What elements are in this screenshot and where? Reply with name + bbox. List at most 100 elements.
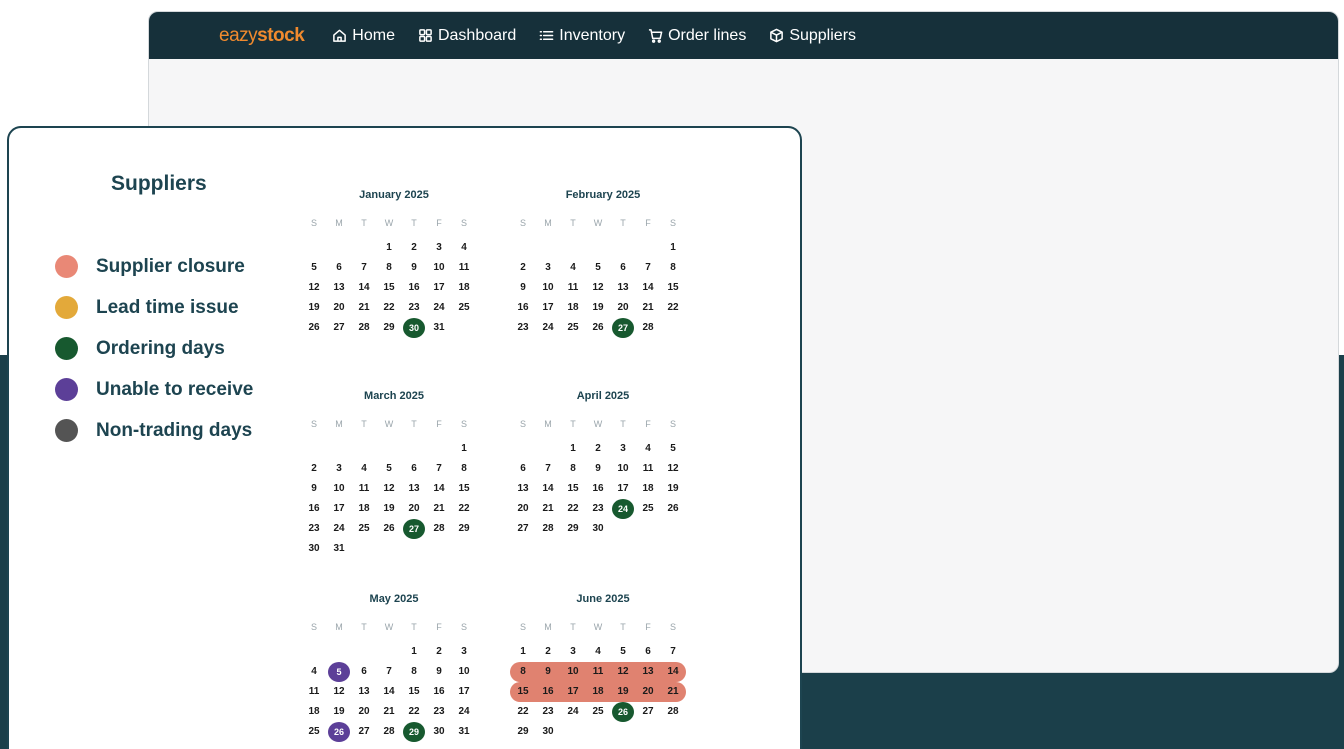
calendar-day[interactable]: 18 bbox=[453, 278, 475, 298]
nav-suppliers[interactable]: Suppliers bbox=[769, 27, 856, 45]
nav-order-lines[interactable]: Order lines bbox=[648, 27, 746, 45]
calendar-day[interactable]: 5 bbox=[378, 459, 400, 479]
calendar-day[interactable]: 12 bbox=[303, 278, 325, 298]
calendar-day[interactable]: 28 bbox=[428, 519, 450, 539]
calendar-day[interactable]: 31 bbox=[328, 539, 350, 559]
calendar-day[interactable]: 30 bbox=[303, 539, 325, 559]
calendar-day[interactable]: 18 bbox=[562, 298, 584, 318]
calendar-day[interactable]: 9 bbox=[512, 278, 534, 298]
calendar-day[interactable]: 8 bbox=[378, 258, 400, 278]
ordering-day[interactable]: 24 bbox=[612, 499, 634, 519]
ordering-day[interactable]: 26 bbox=[612, 702, 634, 722]
calendar-day[interactable]: 16 bbox=[512, 298, 534, 318]
calendar-day[interactable]: 4 bbox=[562, 258, 584, 278]
calendar-day[interactable]: 15 bbox=[512, 682, 534, 702]
calendar-day[interactable]: 14 bbox=[537, 479, 559, 499]
calendar-day[interactable]: 11 bbox=[453, 258, 475, 278]
calendar-day[interactable]: 21 bbox=[428, 499, 450, 519]
calendar-day[interactable]: 13 bbox=[328, 278, 350, 298]
calendar-day[interactable]: 17 bbox=[537, 298, 559, 318]
calendar-day[interactable]: 4 bbox=[587, 642, 609, 662]
calendar-day[interactable]: 1 bbox=[662, 238, 684, 258]
calendar-day[interactable]: 22 bbox=[662, 298, 684, 318]
calendar-day[interactable]: 24 bbox=[453, 702, 475, 722]
calendar-day[interactable]: 19 bbox=[378, 499, 400, 519]
calendar-day[interactable]: 4 bbox=[453, 238, 475, 258]
unable-to-receive-day[interactable]: 26 bbox=[328, 722, 350, 742]
nav-home[interactable]: Home bbox=[332, 27, 395, 45]
calendar-day[interactable]: 16 bbox=[428, 682, 450, 702]
calendar-day[interactable]: 15 bbox=[378, 278, 400, 298]
calendar-day[interactable]: 4 bbox=[637, 439, 659, 459]
calendar-day[interactable]: 24 bbox=[328, 519, 350, 539]
calendar-day[interactable]: 8 bbox=[662, 258, 684, 278]
calendar-day[interactable]: 14 bbox=[428, 479, 450, 499]
calendar-day[interactable]: 21 bbox=[378, 702, 400, 722]
calendar-day[interactable]: 17 bbox=[453, 682, 475, 702]
calendar-day[interactable]: 2 bbox=[587, 439, 609, 459]
calendar-day[interactable]: 25 bbox=[453, 298, 475, 318]
calendar-day[interactable]: 4 bbox=[353, 459, 375, 479]
calendar-day[interactable]: 17 bbox=[328, 499, 350, 519]
calendar-day[interactable]: 10 bbox=[328, 479, 350, 499]
calendar-day[interactable]: 29 bbox=[378, 318, 400, 338]
calendar-day[interactable]: 22 bbox=[453, 499, 475, 519]
calendar-day[interactable]: 7 bbox=[353, 258, 375, 278]
ordering-day[interactable]: 27 bbox=[612, 318, 634, 338]
calendar-day[interactable]: 6 bbox=[512, 459, 534, 479]
calendar-day[interactable]: 17 bbox=[562, 682, 584, 702]
calendar-day[interactable]: 28 bbox=[353, 318, 375, 338]
calendar-day[interactable]: 20 bbox=[637, 682, 659, 702]
calendar-day[interactable]: 19 bbox=[662, 479, 684, 499]
calendar-day[interactable]: 12 bbox=[612, 662, 634, 682]
calendar-day[interactable]: 24 bbox=[537, 318, 559, 338]
calendar-day[interactable]: 18 bbox=[303, 702, 325, 722]
calendar-day[interactable]: 7 bbox=[378, 662, 400, 682]
calendar-day[interactable]: 10 bbox=[612, 459, 634, 479]
calendar-day[interactable]: 23 bbox=[303, 519, 325, 539]
calendar-day[interactable]: 27 bbox=[328, 318, 350, 338]
calendar-day[interactable]: 13 bbox=[512, 479, 534, 499]
calendar-day[interactable]: 30 bbox=[428, 722, 450, 742]
calendar-day[interactable]: 3 bbox=[537, 258, 559, 278]
calendar-day[interactable]: 18 bbox=[587, 682, 609, 702]
calendar-day[interactable]: 9 bbox=[403, 258, 425, 278]
calendar-day[interactable]: 2 bbox=[403, 238, 425, 258]
calendar-day[interactable]: 20 bbox=[512, 499, 534, 519]
calendar-day[interactable]: 28 bbox=[537, 519, 559, 539]
calendar-day[interactable]: 6 bbox=[328, 258, 350, 278]
calendar-day[interactable]: 15 bbox=[562, 479, 584, 499]
calendar-day[interactable]: 27 bbox=[353, 722, 375, 742]
calendar-day[interactable]: 9 bbox=[303, 479, 325, 499]
calendar-day[interactable]: 19 bbox=[612, 682, 634, 702]
calendar-day[interactable]: 10 bbox=[562, 662, 584, 682]
calendar-day[interactable]: 15 bbox=[662, 278, 684, 298]
calendar-day[interactable]: 11 bbox=[587, 662, 609, 682]
calendar-day[interactable]: 19 bbox=[303, 298, 325, 318]
calendar-day[interactable]: 1 bbox=[403, 642, 425, 662]
calendar-day[interactable]: 27 bbox=[637, 702, 659, 722]
calendar-day[interactable]: 9 bbox=[587, 459, 609, 479]
calendar-day[interactable]: 1 bbox=[378, 238, 400, 258]
calendar-day[interactable]: 13 bbox=[403, 479, 425, 499]
calendar-day[interactable]: 2 bbox=[303, 459, 325, 479]
calendar-day[interactable]: 15 bbox=[403, 682, 425, 702]
calendar-day[interactable]: 30 bbox=[587, 519, 609, 539]
calendar-day[interactable]: 25 bbox=[637, 499, 659, 519]
calendar-day[interactable]: 2 bbox=[512, 258, 534, 278]
calendar-day[interactable]: 31 bbox=[453, 722, 475, 742]
calendar-day[interactable]: 31 bbox=[428, 318, 450, 338]
calendar-day[interactable]: 20 bbox=[403, 499, 425, 519]
calendar-day[interactable]: 3 bbox=[562, 642, 584, 662]
calendar-day[interactable]: 29 bbox=[562, 519, 584, 539]
calendar-day[interactable]: 19 bbox=[328, 702, 350, 722]
calendar-day[interactable]: 29 bbox=[512, 722, 534, 742]
calendar-day[interactable]: 21 bbox=[537, 499, 559, 519]
calendar-day[interactable]: 21 bbox=[637, 298, 659, 318]
calendar-day[interactable]: 24 bbox=[562, 702, 584, 722]
calendar-day[interactable]: 16 bbox=[403, 278, 425, 298]
calendar-day[interactable]: 6 bbox=[353, 662, 375, 682]
calendar-day[interactable]: 8 bbox=[512, 662, 534, 682]
calendar-day[interactable]: 7 bbox=[637, 258, 659, 278]
calendar-day[interactable]: 27 bbox=[512, 519, 534, 539]
